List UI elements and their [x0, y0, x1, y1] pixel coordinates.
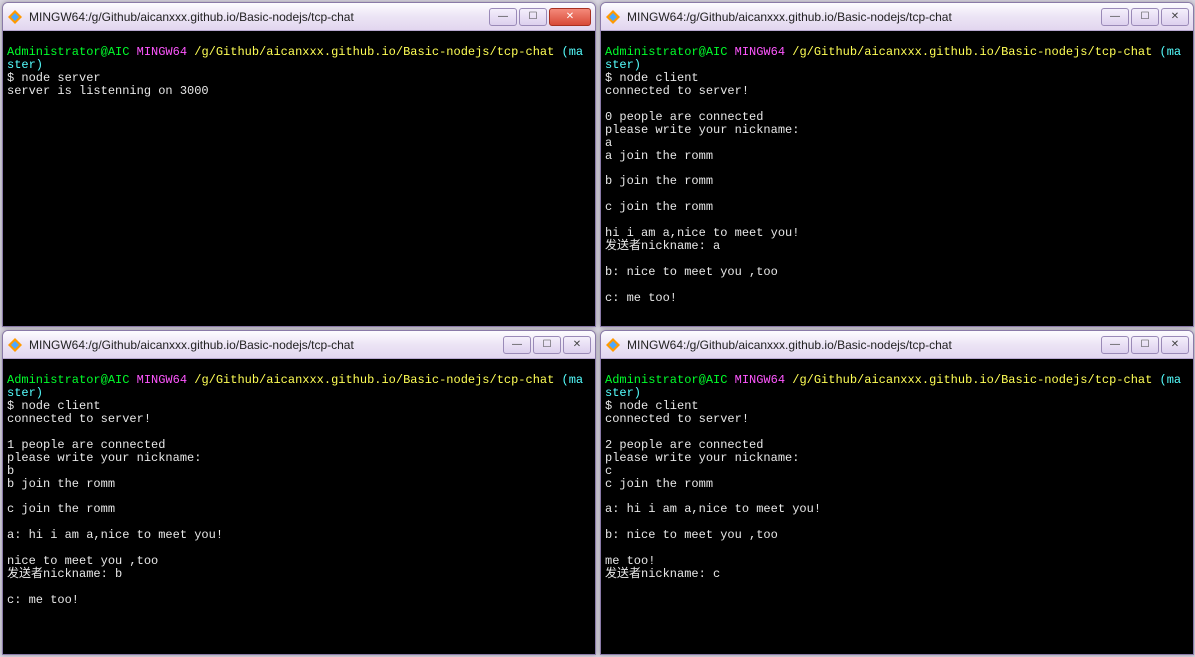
- prompt-path: /g/Github/aicanxxx.github.io/Basic-nodej…: [792, 373, 1152, 387]
- maximize-button[interactable]: ☐: [1131, 336, 1159, 354]
- terminal-body: $ node client connected to server! 2 peo…: [605, 399, 821, 581]
- prompt-branch: (ma: [1160, 373, 1182, 387]
- window-title: MINGW64:/g/Github/aicanxxx.github.io/Bas…: [29, 338, 501, 352]
- minimize-button[interactable]: —: [1101, 336, 1129, 354]
- prompt-branch: (ma: [562, 45, 584, 59]
- terminal-body: $ node client connected to server! 0 peo…: [605, 71, 799, 305]
- titlebar[interactable]: MINGW64:/g/Github/aicanxxx.github.io/Bas…: [3, 331, 595, 359]
- terminal-window: MINGW64:/g/Github/aicanxxx.github.io/Bas…: [600, 330, 1194, 655]
- terminal-window: MINGW64:/g/Github/aicanxxx.github.io/Bas…: [600, 2, 1194, 327]
- terminal-window: MINGW64:/g/Github/aicanxxx.github.io/Bas…: [2, 330, 596, 655]
- maximize-button[interactable]: ☐: [519, 8, 547, 26]
- prompt-branch-rest: ster): [605, 58, 641, 72]
- terminal-window: MINGW64:/g/Github/aicanxxx.github.io/Bas…: [2, 2, 596, 327]
- prompt-host: MINGW64: [137, 373, 187, 387]
- terminal-body: $ node client connected to server! 1 peo…: [7, 399, 223, 607]
- prompt-host: MINGW64: [735, 373, 785, 387]
- mingw-icon: [605, 337, 621, 353]
- prompt-path: /g/Github/aicanxxx.github.io/Basic-nodej…: [792, 45, 1152, 59]
- minimize-button[interactable]: —: [489, 8, 517, 26]
- mingw-icon: [7, 337, 23, 353]
- terminal-content[interactable]: Administrator@AIC MINGW64 /g/Github/aica…: [601, 359, 1193, 654]
- maximize-button[interactable]: ☐: [533, 336, 561, 354]
- mingw-icon: [605, 9, 621, 25]
- close-button[interactable]: ✕: [563, 336, 591, 354]
- maximize-button[interactable]: ☐: [1131, 8, 1159, 26]
- window-controls: — ☐ ✕: [501, 336, 591, 354]
- prompt-user: Administrator@AIC: [605, 45, 727, 59]
- prompt-branch-rest: ster): [7, 58, 43, 72]
- prompt-path: /g/Github/aicanxxx.github.io/Basic-nodej…: [194, 45, 554, 59]
- terminal-body: $ node server server is listenning on 30…: [7, 71, 209, 98]
- window-controls: — ☐ ✕: [487, 8, 591, 26]
- prompt-host: MINGW64: [735, 45, 785, 59]
- prompt-user: Administrator@AIC: [7, 373, 129, 387]
- prompt-branch-rest: ster): [605, 386, 641, 400]
- minimize-button[interactable]: —: [1101, 8, 1129, 26]
- close-button[interactable]: ✕: [549, 8, 591, 26]
- window-title: MINGW64:/g/Github/aicanxxx.github.io/Bas…: [627, 338, 1099, 352]
- window-controls: — ☐ ✕: [1099, 8, 1189, 26]
- prompt-branch: (ma: [1160, 45, 1182, 59]
- window-title: MINGW64:/g/Github/aicanxxx.github.io/Bas…: [29, 10, 487, 24]
- close-button[interactable]: ✕: [1161, 336, 1189, 354]
- minimize-button[interactable]: —: [503, 336, 531, 354]
- prompt-path: /g/Github/aicanxxx.github.io/Basic-nodej…: [194, 373, 554, 387]
- terminal-content[interactable]: Administrator@AIC MINGW64 /g/Github/aica…: [601, 31, 1193, 326]
- prompt-branch-rest: ster): [7, 386, 43, 400]
- window-title: MINGW64:/g/Github/aicanxxx.github.io/Bas…: [627, 10, 1099, 24]
- prompt-user: Administrator@AIC: [7, 45, 129, 59]
- titlebar[interactable]: MINGW64:/g/Github/aicanxxx.github.io/Bas…: [601, 3, 1193, 31]
- titlebar[interactable]: MINGW64:/g/Github/aicanxxx.github.io/Bas…: [601, 331, 1193, 359]
- mingw-icon: [7, 9, 23, 25]
- close-button[interactable]: ✕: [1161, 8, 1189, 26]
- window-controls: — ☐ ✕: [1099, 336, 1189, 354]
- titlebar[interactable]: MINGW64:/g/Github/aicanxxx.github.io/Bas…: [3, 3, 595, 31]
- prompt-user: Administrator@AIC: [605, 373, 727, 387]
- prompt-branch: (ma: [562, 373, 584, 387]
- prompt-host: MINGW64: [137, 45, 187, 59]
- terminal-content[interactable]: Administrator@AIC MINGW64 /g/Github/aica…: [3, 31, 595, 326]
- terminal-content[interactable]: Administrator@AIC MINGW64 /g/Github/aica…: [3, 359, 595, 654]
